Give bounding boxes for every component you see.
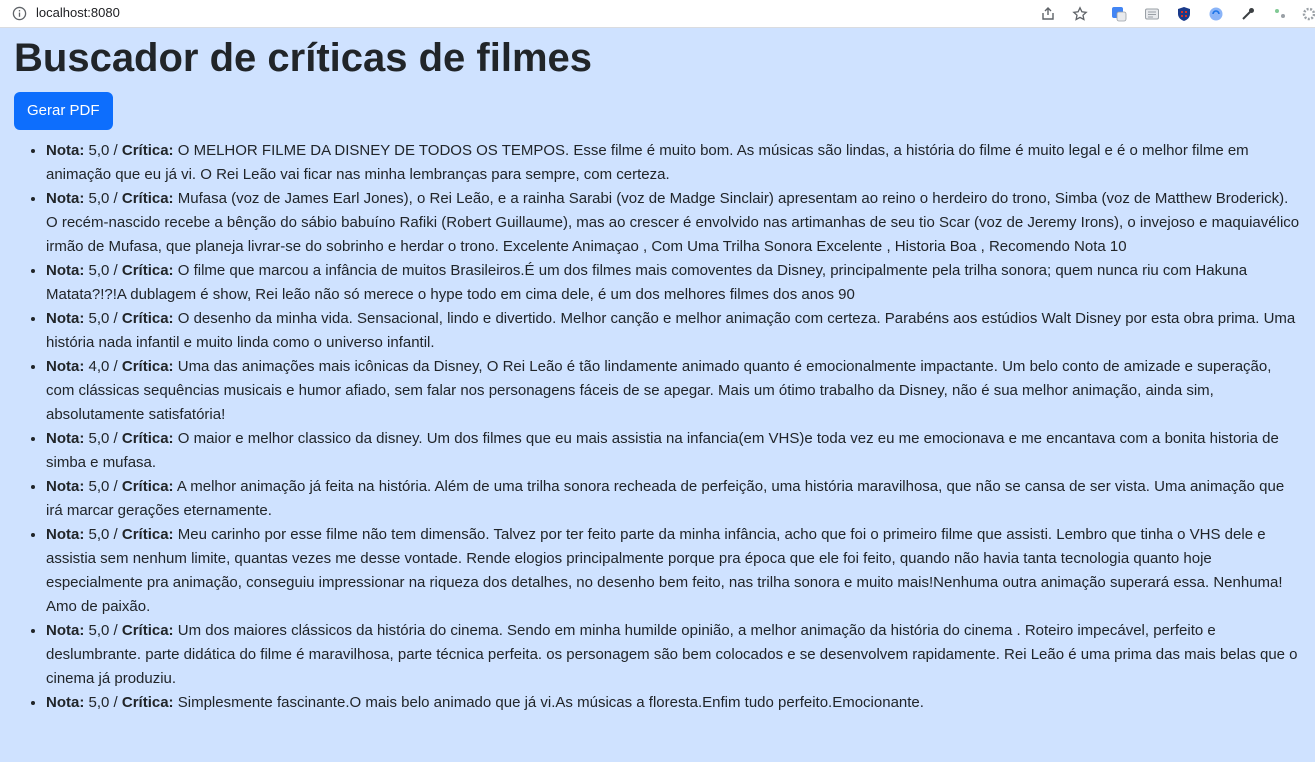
page-title: Buscador de críticas de filmes: [14, 36, 593, 80]
generate-pdf-button[interactable]: Gerar PDF: [14, 92, 113, 130]
nota-value: 5,0: [88, 190, 110, 207]
review-item: Nota: 5,0 / Crítica: Mufasa (voz de Jame…: [46, 187, 1301, 259]
review-item: Nota: 5,0 / Crítica: Meu carinho por ess…: [46, 523, 1301, 619]
critica-text: O MELHOR FILME DA DISNEY DE TODOS OS TEM…: [46, 142, 1249, 183]
nota-value: 5,0: [88, 622, 110, 639]
bookmark-star-icon[interactable]: [1071, 5, 1089, 23]
critica-label: Crítica:: [121, 310, 174, 327]
settings-gear-icon[interactable]: [1300, 5, 1315, 23]
critica-text: Um dos maiores clássicos da história do …: [46, 622, 1298, 687]
nota-value: 5,0: [88, 262, 110, 279]
critica-text: Mufasa (voz de James Earl Jones), o Rei …: [46, 190, 1300, 255]
nota-label: Nota:: [46, 622, 85, 639]
critica-label: Crítica:: [121, 262, 174, 279]
swirl-extension-icon[interactable]: [1207, 5, 1225, 23]
nota-label: Nota:: [46, 142, 85, 159]
critica-text: O desenho da minha vida. Sensacional, li…: [46, 310, 1296, 351]
nota-label: Nota:: [46, 430, 85, 447]
separator: /: [109, 694, 122, 711]
eyedropper-extension-icon[interactable]: [1239, 5, 1257, 23]
review-item: Nota: 4,0 / Crítica: Uma das animações m…: [46, 355, 1301, 427]
nota-label: Nota:: [46, 190, 85, 207]
critica-label: Crítica:: [121, 358, 174, 375]
translate-extension-icon[interactable]: [1110, 5, 1128, 23]
nota-value: 5,0: [88, 694, 110, 711]
review-item: Nota: 5,0 / Crítica: Simplesmente fascin…: [46, 691, 1301, 715]
separator: /: [109, 190, 122, 207]
reviews-list: Nota: 5,0 / Crítica: O MELHOR FILME DA D…: [14, 139, 1301, 715]
critica-label: Crítica:: [121, 142, 174, 159]
separator: /: [109, 310, 122, 327]
critica-text: Meu carinho por esse filme não tem dimen…: [46, 526, 1283, 615]
puzzle-extension-icon[interactable]: [1271, 5, 1289, 23]
critica-label: Crítica:: [121, 190, 174, 207]
browser-address-bar: localhost:8080: [0, 0, 1315, 28]
review-item: Nota: 5,0 / Crítica: Um dos maiores clás…: [46, 619, 1301, 691]
nota-label: Nota:: [46, 310, 85, 327]
critica-text: A melhor animação já feita na história. …: [46, 478, 1285, 519]
review-item: Nota: 5,0 / Crítica: O desenho da minha …: [46, 307, 1301, 355]
critica-label: Crítica:: [121, 478, 174, 495]
reader-extension-icon[interactable]: [1143, 5, 1161, 23]
critica-label: Crítica:: [121, 622, 174, 639]
nota-label: Nota:: [46, 262, 85, 279]
nota-value: 5,0: [88, 310, 110, 327]
critica-label: Crítica:: [121, 694, 174, 711]
separator: /: [109, 622, 122, 639]
nota-value: 4,0: [88, 358, 110, 375]
nota-label: Nota:: [46, 478, 85, 495]
critica-text: O maior e melhor classico da disney. Um …: [46, 430, 1279, 471]
critica-label: Crítica:: [121, 526, 174, 543]
separator: /: [109, 478, 122, 495]
critica-text: O filme que marcou a infância de muitos …: [46, 262, 1248, 303]
nota-value: 5,0: [88, 142, 110, 159]
page-content: Buscador de críticas de filmes Gerar PDF…: [0, 28, 1315, 762]
separator: /: [109, 142, 122, 159]
share-icon[interactable]: [1039, 5, 1057, 23]
separator: /: [109, 358, 122, 375]
nota-value: 5,0: [88, 526, 110, 543]
url-text[interactable]: localhost:8080: [36, 5, 120, 21]
separator: /: [109, 430, 122, 447]
review-item: Nota: 5,0 / Crítica: O maior e melhor cl…: [46, 427, 1301, 475]
separator: /: [109, 262, 122, 279]
nota-label: Nota:: [46, 358, 85, 375]
nota-value: 5,0: [88, 430, 110, 447]
review-item: Nota: 5,0 / Crítica: O filme que marcou …: [46, 259, 1301, 307]
nota-label: Nota:: [46, 694, 85, 711]
critica-text: Simplesmente fascinante.O mais belo anim…: [177, 694, 924, 711]
nota-value: 5,0: [88, 478, 110, 495]
shield-extension-icon[interactable]: [1175, 5, 1193, 23]
review-item: Nota: 5,0 / Crítica: O MELHOR FILME DA D…: [46, 139, 1301, 187]
critica-text: Uma das animações mais icônicas da Disne…: [46, 358, 1272, 423]
critica-label: Crítica:: [121, 430, 174, 447]
nota-label: Nota:: [46, 526, 85, 543]
info-icon[interactable]: [12, 6, 27, 21]
review-item: Nota: 5,0 / Crítica: A melhor animação j…: [46, 475, 1301, 523]
separator: /: [109, 526, 122, 543]
